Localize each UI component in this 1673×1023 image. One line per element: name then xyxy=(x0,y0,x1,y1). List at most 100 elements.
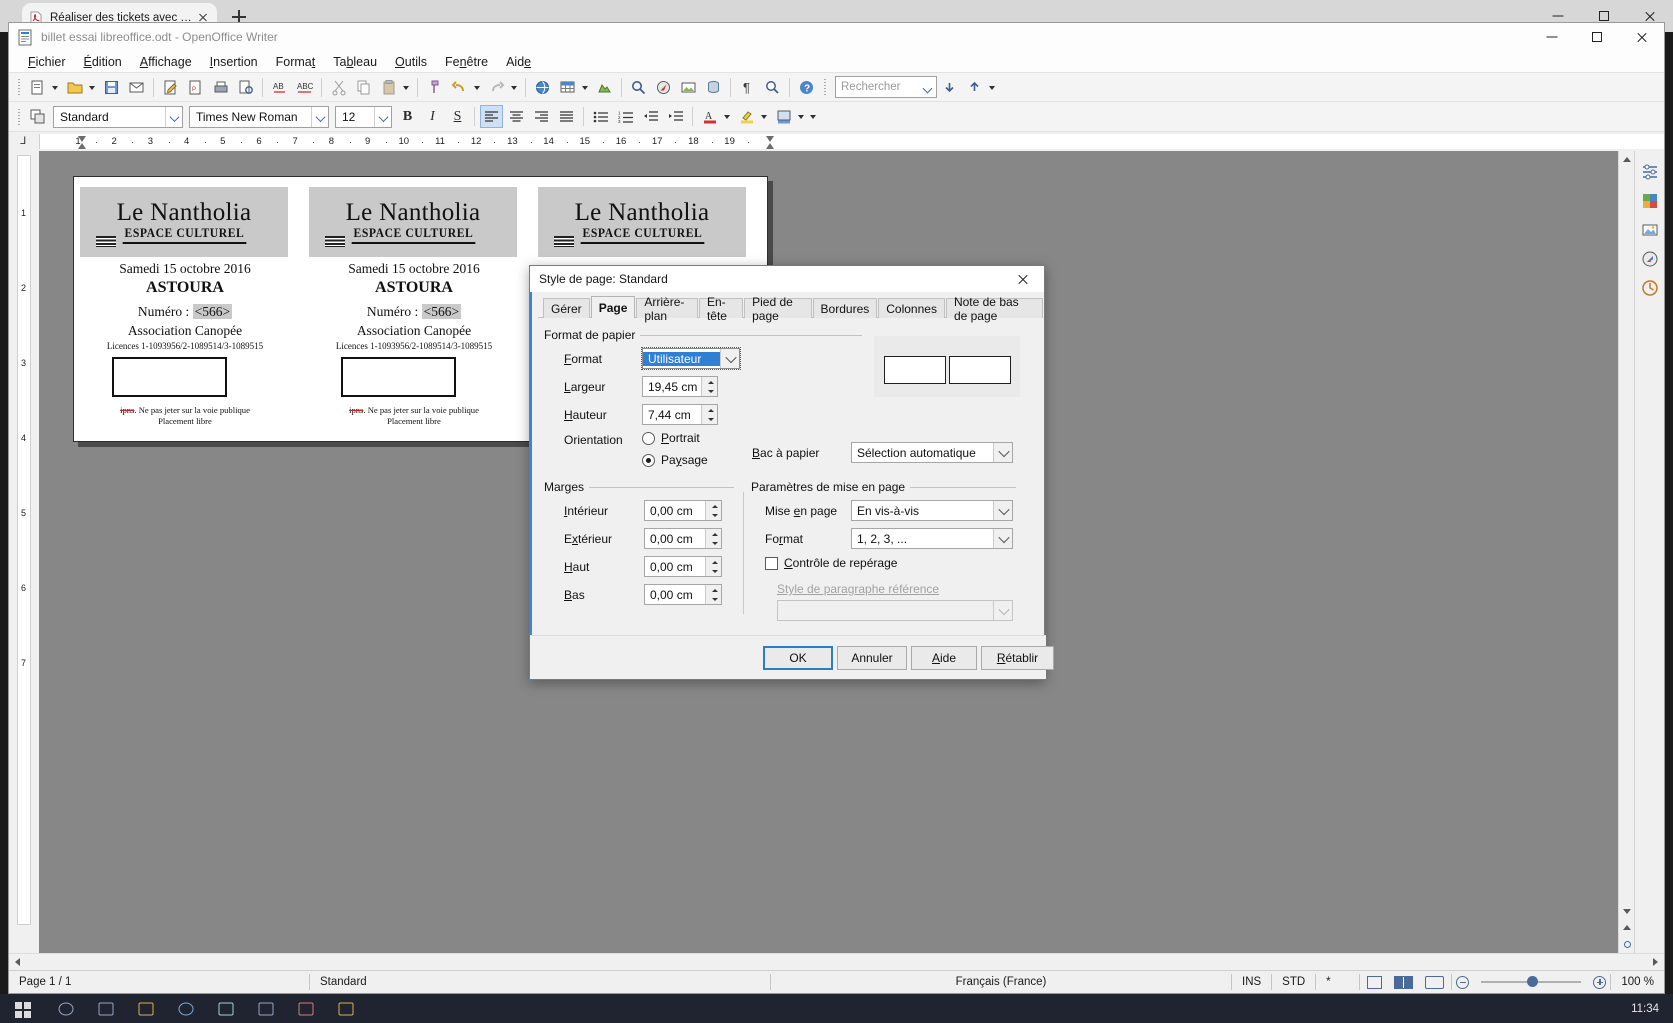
chevron-down-icon[interactable] xyxy=(165,106,182,127)
export-pdf-icon[interactable]: P xyxy=(184,76,207,99)
toolbar-grip[interactable] xyxy=(16,78,22,96)
tab-en-tete[interactable]: En-tête xyxy=(698,295,744,323)
find-previous-icon[interactable] xyxy=(963,76,986,99)
menu-affichage[interactable]: Affichage xyxy=(131,53,201,71)
undo-icon[interactable] xyxy=(448,76,471,99)
styles-and-formatting-icon[interactable] xyxy=(26,105,49,128)
orientation-portrait-radio[interactable]: Portrait xyxy=(642,431,700,445)
navigator-icon[interactable] xyxy=(652,76,675,99)
outer-margin-field[interactable]: 0,00 cm xyxy=(644,528,722,549)
status-language[interactable]: Français (France) xyxy=(771,971,1231,994)
stepper-up-icon[interactable] xyxy=(706,501,722,510)
register-true-checkbox[interactable]: Contrôle de repérage xyxy=(765,556,897,570)
menu-fichier[interactable]: Fichier xyxy=(19,53,75,71)
taskbar-item-folder[interactable] xyxy=(326,994,366,1023)
save-icon[interactable] xyxy=(100,76,123,99)
taskbar-clock[interactable]: 11:34 xyxy=(1631,1003,1659,1015)
status-selection-mode[interactable]: STD xyxy=(1272,971,1315,994)
redo-dropdown-icon[interactable] xyxy=(509,76,519,99)
top-margin-field[interactable]: 0,00 cm xyxy=(644,556,722,577)
vertical-ruler[interactable]: 1 2 3 4 5 6 7 xyxy=(9,151,39,953)
status-page-style[interactable]: Standard xyxy=(310,971,770,994)
align-right-icon[interactable] xyxy=(530,105,553,128)
inner-margin-field[interactable]: 0,00 cm xyxy=(644,500,722,521)
background-color-icon[interactable] xyxy=(772,105,795,128)
clone-formatting-icon[interactable] xyxy=(423,76,446,99)
stepper-down-icon[interactable] xyxy=(702,415,718,424)
status-modified[interactable]: * xyxy=(1316,971,1340,994)
stepper-up-icon[interactable] xyxy=(702,405,718,414)
sidebar-gallery-icon[interactable] xyxy=(1638,218,1662,242)
sidebar-navigator-icon[interactable] xyxy=(1638,247,1662,271)
stepper-up-icon[interactable] xyxy=(706,557,722,566)
ticket[interactable]: Le Nantholia ESPACE CULTUREL Samedi 15 o… xyxy=(74,177,296,443)
show-draw-functions-icon[interactable] xyxy=(593,76,616,99)
tab-page[interactable]: Page xyxy=(590,296,636,318)
font-color-icon[interactable]: A xyxy=(698,105,721,128)
align-justified-icon[interactable] xyxy=(555,105,578,128)
scroll-left-icon[interactable] xyxy=(9,954,26,970)
menu-format[interactable]: Format xyxy=(267,53,325,71)
page-style-dialog[interactable]: Style de page: Standard Gérer Page Arriè… xyxy=(529,265,1054,681)
highlighting-icon[interactable] xyxy=(735,105,758,128)
paste-dropdown-icon[interactable] xyxy=(401,76,411,99)
insert-table-dropdown-icon[interactable] xyxy=(580,76,590,99)
tab-colonnes[interactable]: Colonnes xyxy=(878,298,945,318)
stepper-down-icon[interactable] xyxy=(706,567,722,576)
chevron-down-icon[interactable] xyxy=(993,443,1012,462)
close-icon[interactable] xyxy=(1619,23,1664,51)
font-size-combo[interactable]: 12 xyxy=(335,105,392,128)
paper-tray-combo[interactable]: Sélection automatique xyxy=(851,442,1013,463)
scroll-up-icon[interactable] xyxy=(1619,151,1635,167)
horizontal-scrollbar[interactable] xyxy=(9,953,1664,970)
find-replace-icon[interactable] xyxy=(627,76,650,99)
menu-fenetre[interactable]: Fenêtre xyxy=(436,53,497,71)
zoom-in-button[interactable] xyxy=(1589,971,1610,994)
align-left-icon[interactable] xyxy=(480,105,503,128)
paragraph-style-combo[interactable]: Standard xyxy=(53,105,183,128)
new-document-dropdown-icon[interactable] xyxy=(50,76,60,99)
font-color-dropdown-icon[interactable] xyxy=(722,105,732,128)
zoom-slider-thumb[interactable] xyxy=(1527,976,1539,987)
reset-button[interactable]: Rétablir xyxy=(981,646,1054,670)
cut-icon[interactable] xyxy=(327,76,350,99)
stepper-down-icon[interactable] xyxy=(706,511,722,520)
stepper-down-icon[interactable] xyxy=(702,387,718,396)
scroll-right-icon[interactable] xyxy=(1647,954,1664,970)
paper-width-field[interactable]: 19,45 cm xyxy=(642,376,718,397)
open-document-dropdown-icon[interactable] xyxy=(87,76,97,99)
insert-hyperlink-icon[interactable] xyxy=(531,76,554,99)
status-insert-mode[interactable]: INS xyxy=(1232,971,1271,994)
chevron-down-icon[interactable] xyxy=(920,77,936,97)
toolbar-overflow-icon[interactable] xyxy=(808,105,818,128)
vertical-ruler-track[interactable]: 1 2 3 4 5 6 7 xyxy=(17,155,31,925)
menu-aide[interactable]: Aide xyxy=(497,53,540,71)
email-document-icon[interactable] xyxy=(125,76,148,99)
previous-page-icon[interactable] xyxy=(1619,919,1635,935)
stepper-down-icon[interactable] xyxy=(706,539,722,548)
tab-bordures[interactable]: Bordures xyxy=(812,298,878,318)
taskbar-item-taskview[interactable] xyxy=(86,994,126,1023)
zoom-icon[interactable] xyxy=(761,76,784,99)
sidebar-styles-icon[interactable] xyxy=(1638,276,1662,300)
unordered-list-icon[interactable] xyxy=(589,105,612,128)
search-input[interactable]: Rechercher xyxy=(835,76,937,98)
menu-edition[interactable]: Édition xyxy=(75,53,131,71)
copy-icon[interactable] xyxy=(352,76,375,99)
stepper-up-icon[interactable] xyxy=(706,585,722,594)
insert-table-icon[interactable] xyxy=(556,76,579,99)
stepper-down-icon[interactable] xyxy=(706,595,722,604)
print-preview-icon[interactable] xyxy=(234,76,257,99)
paper-height-field[interactable]: 7,44 cm xyxy=(642,404,718,425)
scroll-down-icon[interactable] xyxy=(1619,903,1635,919)
inner-margin-stepper[interactable] xyxy=(705,501,721,520)
taskbar-item-search[interactable] xyxy=(46,994,86,1023)
start-button[interactable] xyxy=(0,994,46,1023)
bold-button[interactable]: B xyxy=(396,105,419,128)
minimize-icon[interactable] xyxy=(1529,23,1574,51)
book-view-icon[interactable] xyxy=(1418,971,1451,994)
zoom-slider[interactable] xyxy=(1481,974,1582,990)
help-button[interactable]: Aide xyxy=(911,646,977,670)
number-format-combo[interactable]: 1, 2, 3, ... xyxy=(851,528,1013,549)
edit-file-icon[interactable] xyxy=(159,76,182,99)
